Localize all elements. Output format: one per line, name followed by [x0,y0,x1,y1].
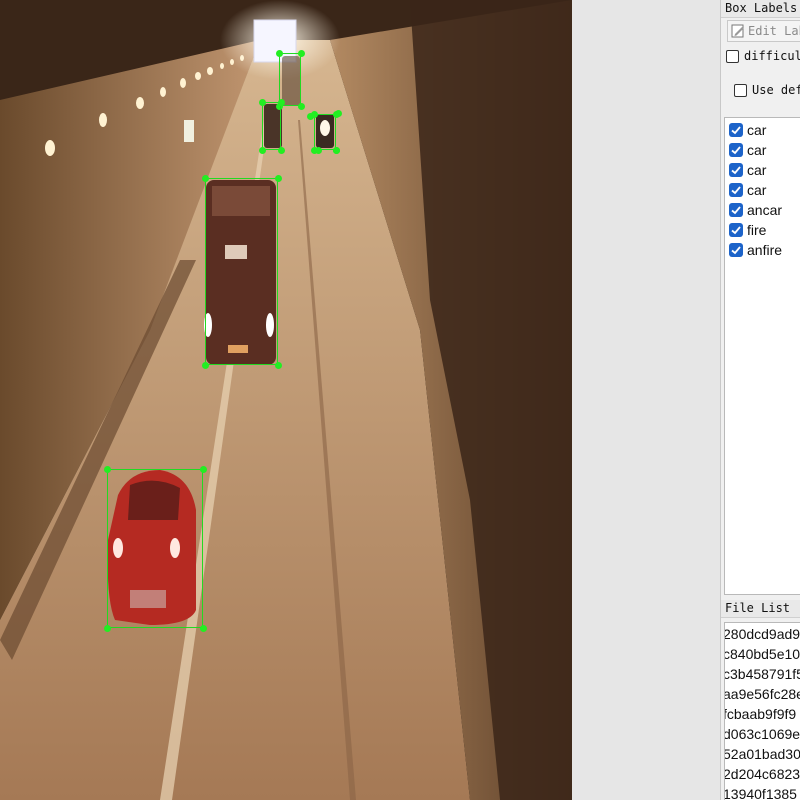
checkmark-icon [731,206,741,215]
label-list-item[interactable]: car [729,121,766,141]
label-text: ancar [747,202,783,218]
checkmark-icon [731,146,741,155]
file-list-item[interactable]: 2d204c6823 [725,764,800,784]
bbox-corner-handle[interactable] [278,99,285,106]
bbox-corner-handle[interactable] [315,147,322,154]
label-list[interactable]: car car car car ancar fire anfire [724,117,800,595]
bbox-corner-handle[interactable] [333,147,340,154]
label-checkbox[interactable] [729,143,743,157]
image-canvas[interactable] [0,0,572,800]
bounding-box-car-0[interactable] [279,53,301,106]
label-text: car [747,182,767,198]
difficult-checkbox[interactable] [726,50,739,63]
right-dock: Box Labels Edit Label difficult Use defa… [720,0,800,800]
file-list-title: File List [721,600,800,618]
file-list-item[interactable]: 52a01bad30 [725,744,800,764]
file-list-item[interactable]: 280dcd9ad9 [725,624,800,644]
checkmark-icon [731,126,741,135]
bounding-box-car-1[interactable] [262,102,281,150]
file-list-item[interactable]: c840bd5e10 [725,644,800,664]
edit-icon [731,24,744,38]
bounding-box-car-3[interactable] [205,178,278,365]
bbox-corner-handle[interactable] [104,625,111,632]
bbox-corner-handle[interactable] [259,99,266,106]
label-checkbox[interactable] [729,163,743,177]
use-default-label-checkbox[interactable] [734,84,747,97]
label-checkbox[interactable] [729,123,743,137]
bbox-corner-handle[interactable] [202,175,209,182]
bbox-corner-handle[interactable] [200,625,207,632]
bbox-corner-handle[interactable] [202,362,209,369]
label-list-item[interactable]: anfire [729,241,782,261]
file-list-item[interactable]: 13940f1385 [725,784,797,800]
label-text: fire [747,222,767,238]
bbox-corner-handle[interactable] [200,466,207,473]
file-list-item[interactable]: d063c1069ef [725,724,800,744]
checkmark-icon [731,246,741,255]
bbox-corner-handle[interactable] [307,113,314,120]
label-checkbox[interactable] [729,223,743,237]
bbox-corner-handle[interactable] [259,147,266,154]
difficult-label: difficult [744,49,800,63]
file-list-item[interactable]: c3b458791f5 [725,664,800,684]
label-list-item[interactable]: car [729,161,766,181]
bbox-corner-handle[interactable] [278,147,285,154]
checkmark-icon [731,226,741,235]
label-text: car [747,122,767,138]
bbox-corner-handle[interactable] [335,110,342,117]
difficult-checkbox-row[interactable]: difficult [726,49,800,63]
file-list[interactable]: 280dcd9ad9 c840bd5e10 c3b458791f5 aa9e56fc2… [724,622,800,800]
label-checkbox[interactable] [729,183,743,197]
checkmark-icon [731,186,741,195]
label-list-item[interactable]: car [729,181,766,201]
edit-label-text: Edit Label [748,24,800,38]
box-labels-title: Box Labels [721,0,800,18]
label-list-item[interactable]: fire [729,221,766,241]
tunnel-image [0,0,572,800]
checkmark-icon [731,166,741,175]
use-default-label-row[interactable]: Use default label [734,83,800,97]
file-list-item[interactable]: fcbaab9f9f9 [725,704,796,724]
file-list-item[interactable]: aa9e56fc28e [725,684,800,704]
edit-label-button[interactable]: Edit Label [727,20,800,42]
label-list-item[interactable]: ancar [729,201,782,221]
label-text: car [747,162,767,178]
canvas-gutter [572,0,720,800]
label-checkbox[interactable] [729,243,743,257]
bbox-corner-handle[interactable] [104,466,111,473]
label-text: anfire [747,242,783,258]
bbox-corner-handle[interactable] [298,103,305,110]
bbox-corner-handle[interactable] [275,175,282,182]
label-text: car [747,142,767,158]
bounding-box-ancar-4[interactable] [107,469,203,628]
label-checkbox[interactable] [729,203,743,217]
bbox-corner-handle[interactable] [275,362,282,369]
bbox-corner-handle[interactable] [298,50,305,57]
label-list-item[interactable]: car [729,141,766,161]
bounding-box-car-2[interactable] [314,114,336,150]
bbox-corner-handle[interactable] [276,50,283,57]
use-default-label-text: Use default label [752,83,800,97]
